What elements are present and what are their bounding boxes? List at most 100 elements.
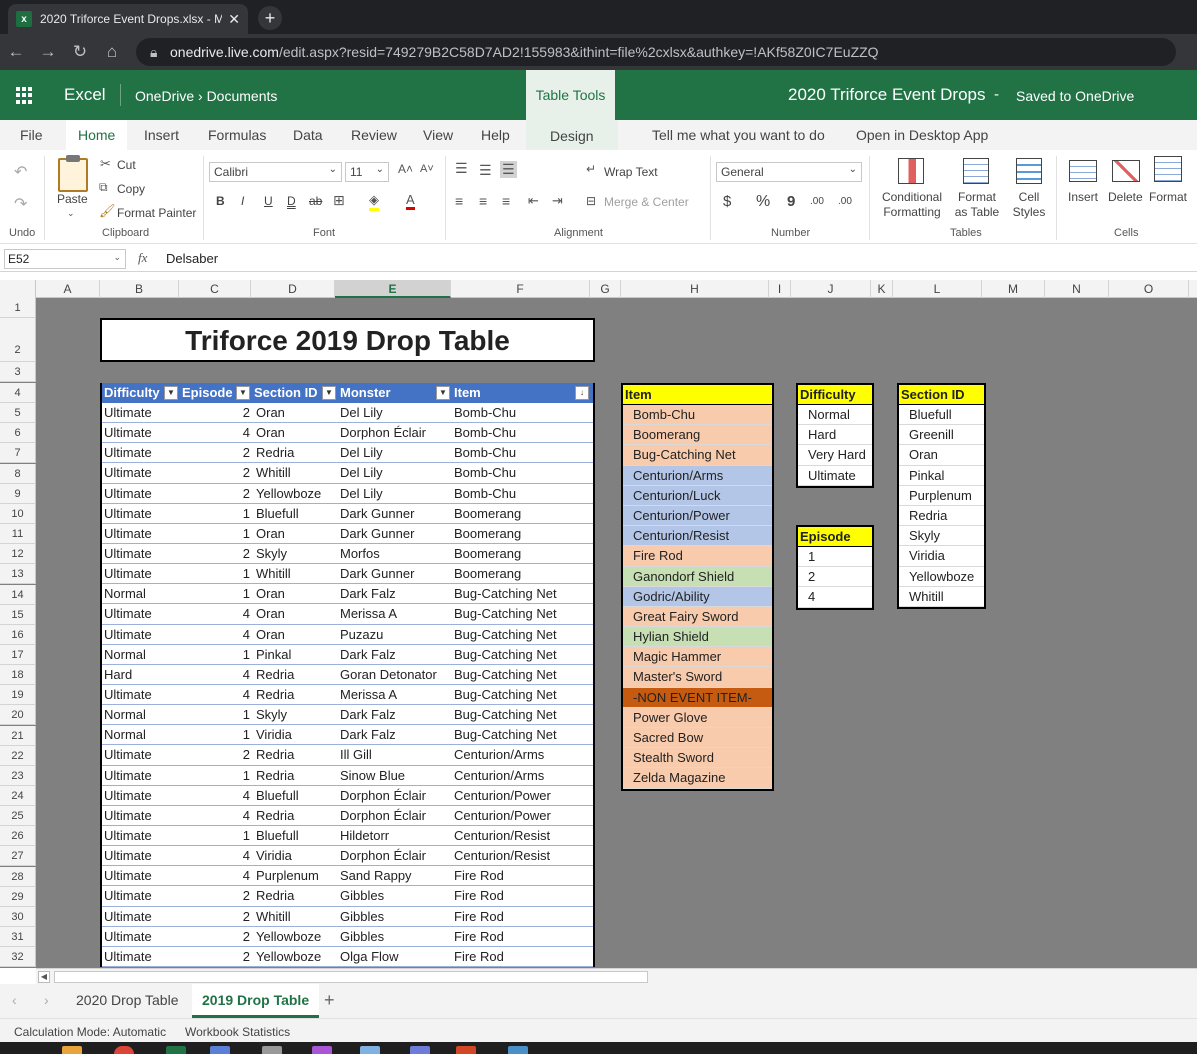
- table-cell[interactable]: Redria: [256, 665, 342, 685]
- column-header-item[interactable]: Item: [454, 383, 593, 403]
- column-header-d[interactable]: D: [251, 280, 335, 298]
- sheet-title[interactable]: Triforce 2019 Drop Table: [100, 318, 595, 362]
- column-header-k[interactable]: K: [871, 280, 893, 298]
- table-cell[interactable]: Oran: [256, 524, 342, 544]
- chevron-down-icon[interactable]: ⌄: [67, 208, 75, 219]
- table-cell[interactable]: Ultimate: [104, 604, 182, 624]
- table-cell[interactable]: Morfos: [340, 544, 454, 564]
- column-header-c[interactable]: C: [179, 280, 251, 298]
- table-cell[interactable]: 1: [182, 705, 250, 725]
- table-cell[interactable]: Ultimate: [104, 685, 182, 705]
- table-cell[interactable]: Boomerang: [454, 564, 593, 584]
- table-cell[interactable]: Ultimate: [104, 504, 182, 524]
- delete-cells-icon[interactable]: [1112, 160, 1140, 182]
- table-cell[interactable]: Redria: [256, 443, 342, 463]
- tab-formulas[interactable]: Formulas: [208, 127, 266, 143]
- table-cell[interactable]: Fire Rod: [454, 866, 593, 886]
- table-cell[interactable]: Dorphon Éclair: [340, 806, 454, 826]
- paste-icon[interactable]: [58, 155, 88, 192]
- cut-icon[interactable]: ✂: [100, 156, 111, 172]
- table-cell[interactable]: Whitill: [256, 564, 342, 584]
- table-cell[interactable]: Ultimate: [104, 826, 182, 846]
- episode-list[interactable]: Episode 124: [796, 525, 874, 610]
- column-header-m[interactable]: M: [982, 280, 1045, 298]
- browser-tab[interactable]: x 2020 Triforce Event Drops.xlsx - M ✕: [8, 4, 248, 34]
- row-header-19[interactable]: 19: [0, 685, 36, 706]
- table-cell[interactable]: Centurion/Arms: [454, 745, 593, 765]
- table-cell[interactable]: Bluefull: [256, 786, 342, 806]
- filter-dropdown-icon[interactable]: ▼: [322, 386, 336, 400]
- url-input[interactable]: 🔒︎ onedrive.live.com /edit.aspx?resid=74…: [136, 38, 1176, 66]
- table-cell[interactable]: Bug-Catching Net: [454, 685, 593, 705]
- table-cell[interactable]: Pinkal: [256, 645, 342, 665]
- table-cell[interactable]: Bug-Catching Net: [454, 665, 593, 685]
- worksheet-grid[interactable]: ABCDEFGHIJKLMNO 1 2 3 4 5 6 7 8 9 10 11 12 13 14 15 16 1…: [0, 272, 1197, 968]
- table-cell[interactable]: Oran: [256, 625, 342, 645]
- undo-icon[interactable]: ↶: [14, 162, 27, 182]
- table-cell[interactable]: Centurion/Resist: [454, 826, 593, 846]
- tab-insert[interactable]: Insert: [144, 127, 179, 143]
- row-header-31[interactable]: 31: [0, 927, 36, 948]
- list-item[interactable]: Centurion/Resist: [623, 526, 772, 547]
- list-item[interactable]: Stealth Sword: [623, 748, 772, 769]
- table-cell[interactable]: Olga Flow: [340, 947, 454, 967]
- column-header-o[interactable]: O: [1109, 280, 1189, 298]
- column-header-g[interactable]: G: [590, 280, 621, 298]
- table-cell[interactable]: Skyly: [256, 705, 342, 725]
- row-header-13[interactable]: 13: [0, 564, 36, 585]
- sheet-tab-2020[interactable]: 2020 Drop Table: [66, 984, 188, 1018]
- table-row[interactable]: Hard 4 Redria Goran Detonator Bug-Catching N…: [102, 665, 593, 685]
- app-icon[interactable]: [360, 1046, 380, 1054]
- row-header-22[interactable]: 22: [0, 745, 36, 766]
- table-cell[interactable]: Fire Rod: [454, 907, 593, 927]
- table-row[interactable]: Ultimate 1 Bluefull Dark Gunner Boomerang: [102, 504, 593, 524]
- italic-button[interactable]: I: [241, 194, 244, 208]
- format-painter-button[interactable]: Format Painter: [117, 206, 196, 220]
- table-row[interactable]: Normal 1 Pinkal Dark Falz Bug-Catching Net: [102, 645, 593, 665]
- list-item[interactable]: Normal: [798, 405, 872, 426]
- row-header-14[interactable]: 14: [0, 584, 36, 605]
- table-cell[interactable]: Dorphon Éclair: [340, 786, 454, 806]
- table-cell[interactable]: Dark Falz: [340, 725, 454, 745]
- tab-review[interactable]: Review: [351, 127, 397, 143]
- row-header-16[interactable]: 16: [0, 624, 36, 645]
- list-item[interactable]: Sacred Bow: [623, 728, 772, 749]
- table-cell[interactable]: 1: [182, 524, 250, 544]
- column-header-h[interactable]: H: [621, 280, 769, 298]
- table-cell[interactable]: 4: [182, 665, 250, 685]
- list-item[interactable]: Centurion/Power: [623, 505, 772, 527]
- increase-indent-icon[interactable]: ⇥: [552, 193, 563, 209]
- table-row[interactable]: Ultimate 1 Whitill Dark Gunner Boomerang: [102, 564, 593, 585]
- workbook-statistics[interactable]: Workbook Statistics: [185, 1025, 290, 1039]
- column-header-j[interactable]: J: [791, 280, 871, 298]
- row-header-27[interactable]: 27: [0, 846, 36, 867]
- table-cell[interactable]: 4: [182, 685, 250, 705]
- table-row[interactable]: Ultimate 4 Oran Puzazu Bug-Catching Net: [102, 625, 593, 645]
- row-header-11[interactable]: 11: [0, 524, 36, 545]
- table-row[interactable]: Normal 1 Skyly Dark Falz Bug-Catching Net: [102, 705, 593, 726]
- app-icon[interactable]: [456, 1046, 476, 1054]
- table-cell[interactable]: Ultimate: [104, 544, 182, 564]
- table-cell[interactable]: 2: [182, 927, 250, 947]
- chevron-right-icon[interactable]: ›: [44, 992, 49, 1008]
- table-cell[interactable]: Ultimate: [104, 524, 182, 544]
- forward-icon[interactable]: →: [32, 42, 64, 62]
- percent-button[interactable]: %: [756, 193, 770, 211]
- format-cells-icon[interactable]: [1154, 156, 1182, 182]
- bold-button[interactable]: B: [216, 194, 225, 208]
- font-color-icon[interactable]: A: [406, 192, 415, 210]
- table-cell[interactable]: 2: [182, 463, 250, 483]
- table-cell[interactable]: Redria: [256, 886, 342, 906]
- calculation-mode[interactable]: Calculation Mode: Automatic: [14, 1025, 166, 1039]
- table-row[interactable]: Ultimate 2 Skyly Morfos Boomerang: [102, 544, 593, 565]
- sheet-tab-2019[interactable]: 2019 Drop Table: [192, 984, 320, 1018]
- table-cell[interactable]: Normal: [104, 705, 182, 725]
- table-row[interactable]: Ultimate 1 Redria Sinow Blue Centurion/Arms: [102, 766, 593, 786]
- list-item[interactable]: Great Fairy Sword: [623, 606, 772, 628]
- filter-dropdown-icon[interactable]: ↓: [575, 386, 589, 400]
- row-header-9[interactable]: 9: [0, 483, 36, 504]
- row-header-5[interactable]: 5: [0, 403, 36, 424]
- format-cells-button[interactable]: Format: [1149, 190, 1187, 204]
- table-cell[interactable]: 4: [182, 423, 250, 443]
- tab-design[interactable]: Design: [526, 120, 618, 150]
